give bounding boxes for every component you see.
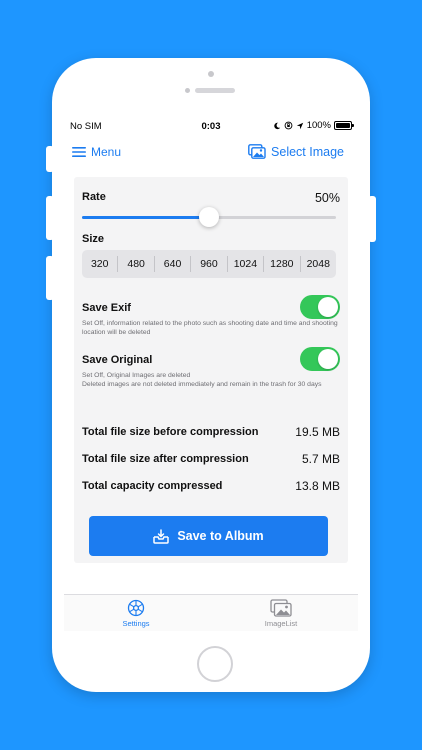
- stat-compressed-label: Total capacity compressed: [82, 480, 223, 492]
- stat-compressed-value: 13.8 MB: [295, 479, 340, 493]
- menu-button[interactable]: Menu: [72, 145, 121, 159]
- tab-imagelist-label: ImageList: [264, 619, 298, 628]
- save-original-label: Save Original: [82, 354, 153, 366]
- size-label: Size: [82, 233, 105, 245]
- save-to-album-button[interactable]: Save to Album: [89, 516, 328, 556]
- size-option[interactable]: 320: [82, 256, 119, 272]
- slider-fill: [82, 216, 209, 219]
- rate-value: 50%: [314, 191, 340, 205]
- status-indicators: 100%: [273, 120, 354, 131]
- menu-label: Menu: [91, 145, 122, 159]
- stat-before-label: Total file size before compression: [82, 426, 259, 438]
- proximity-sensor: [185, 88, 190, 93]
- save-original-description: Set Off, Original Images are deleted Del…: [82, 371, 342, 389]
- app-screen: No SIM 0:03 100% Menu Select Image Rate …: [64, 117, 358, 631]
- save-to-album-label: Save to Album: [177, 529, 264, 543]
- save-original-description-line: Set Off, Original Images are deleted: [82, 372, 191, 379]
- orientation-lock-icon: [284, 121, 293, 130]
- save-original-description-line: Deleted images are not deleted immediate…: [82, 381, 322, 388]
- download-tray-icon: [153, 528, 170, 544]
- tab-bar: Settings ImageList: [64, 594, 358, 631]
- save-exif-label: Save Exif: [82, 302, 131, 314]
- save-exif-description: Set Off, information related to the phot…: [82, 320, 338, 336]
- size-option[interactable]: 1280: [264, 256, 301, 272]
- settings-card: Rate 50% Size 320 480 640 960 1024 1280 …: [74, 177, 348, 563]
- power-button: [368, 196, 376, 242]
- battery-icon: [334, 121, 354, 130]
- mute-switch: [46, 146, 54, 172]
- stat-before-value: 19.5 MB: [295, 425, 340, 439]
- volume-down-button: [46, 256, 54, 300]
- earpiece-speaker: [195, 88, 235, 93]
- tab-imagelist[interactable]: ImageList: [241, 599, 321, 628]
- front-camera: [208, 71, 214, 77]
- photo-stack-icon: [270, 599, 292, 617]
- save-exif-toggle[interactable]: [300, 295, 340, 319]
- select-image-label: Select Image: [271, 144, 344, 159]
- navigation-bar: Menu Select Image: [64, 139, 358, 167]
- size-option[interactable]: 640: [155, 256, 192, 272]
- location-arrow-icon: [296, 122, 303, 129]
- select-image-button[interactable]: Select Image: [248, 144, 344, 159]
- status-bar: No SIM 0:03 100%: [64, 117, 358, 135]
- rate-label: Rate: [82, 191, 106, 203]
- hamburger-menu-icon: [72, 147, 86, 157]
- volume-up-button: [46, 196, 54, 240]
- photo-stack-icon: [248, 144, 266, 159]
- slider-thumb[interactable]: [199, 207, 219, 227]
- stat-after-value: 5.7 MB: [301, 452, 340, 466]
- battery-percentage: 100%: [306, 120, 331, 131]
- size-option[interactable]: 2048: [301, 256, 336, 272]
- size-option[interactable]: 960: [191, 256, 228, 272]
- rate-slider[interactable]: [82, 207, 336, 227]
- save-original-toggle[interactable]: [300, 347, 340, 371]
- gear-icon: [127, 599, 145, 617]
- tab-settings[interactable]: Settings: [96, 599, 176, 628]
- moon-icon: [273, 122, 280, 129]
- size-option[interactable]: 480: [118, 256, 155, 272]
- size-option[interactable]: 1024: [228, 256, 265, 272]
- tab-settings-label: Settings: [122, 619, 150, 628]
- home-button[interactable]: [197, 646, 233, 682]
- stat-after-label: Total file size after compression: [82, 453, 249, 465]
- size-segmented-control: 320 480 640 960 1024 1280 2048: [82, 250, 336, 278]
